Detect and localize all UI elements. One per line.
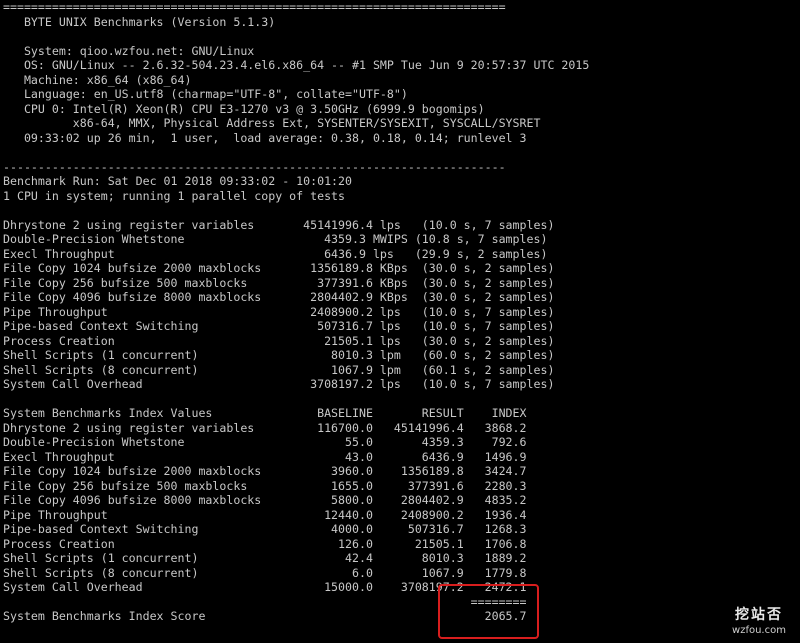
terminal-line: Dhrystone 2 using register variables 116… [3, 420, 527, 435]
terminal-window[interactable]: ========================================… [3, 0, 800, 643]
terminal-line: Pipe Throughput 2408900.2 lps (10.0 s, 7… [3, 304, 555, 319]
terminal-line: File Copy 4096 bufsize 8000 maxblocks 58… [3, 493, 527, 507]
terminal-line: BYTE UNIX Benchmarks (Version 5.1.3) [3, 14, 276, 29]
terminal-line: File Copy 1024 bufsize 2000 maxblocks 39… [3, 464, 527, 478]
terminal-line: System Benchmarks Index Values BASELINE … [3, 406, 527, 420]
terminal-line: Double-Precision Whetstone 4359.3 MWIPS … [3, 232, 548, 246]
terminal-line: Benchmark Run: Sat Dec 01 2018 09:33:02 … [3, 174, 353, 188]
terminal-line: Execl Throughput 43.0 6436.9 1496.9 [3, 449, 527, 464]
terminal-line: Dhrystone 2 using register variables 451… [3, 217, 555, 232]
terminal-line: System Call Overhead 3708197.2 lps (10.0… [3, 377, 555, 391]
terminal-line: Process Creation 126.0 21505.1 1706.8 [3, 536, 527, 551]
terminal-line: Language: en_US.utf8 (charmap="UTF-8", c… [3, 87, 408, 101]
terminal-line: Shell Scripts (8 concurrent) 6.0 1067.9 … [3, 565, 527, 580]
watermark-domain: wzfou.com [732, 625, 786, 636]
terminal-line: CPU 0: Intel(R) Xeon(R) CPU E3-1270 v3 @… [3, 101, 485, 116]
terminal-line: Execl Throughput 6436.9 lps (29.9 s, 2 s… [3, 246, 548, 261]
terminal-line: Pipe Throughput 12440.0 2408900.2 1936.4 [3, 507, 527, 522]
terminal-line: OS: GNU/Linux -- 2.6.32-504.23.4.el6.x86… [3, 58, 590, 72]
terminal-line: Shell Scripts (1 concurrent) 8010.3 lpm … [3, 348, 555, 362]
watermark: 挖站否 wzfou.com [728, 606, 790, 637]
terminal-line: 09:33:02 up 26 min, 1 user, load average… [3, 130, 527, 145]
terminal-line: ----------------------------------------… [3, 159, 506, 174]
terminal-line: Shell Scripts (8 concurrent) 1067.9 lpm … [3, 362, 555, 377]
terminal-line: ========================================… [3, 0, 506, 14]
terminal-line: System: qioo.wzfou.net: GNU/Linux [3, 43, 255, 58]
terminal-line: Pipe-based Context Switching 507316.7 lp… [3, 319, 555, 333]
terminal-line: File Copy 256 bufsize 500 maxblocks 1655… [3, 478, 527, 493]
terminal-line: Pipe-based Context Switching 4000.0 5073… [3, 522, 527, 536]
terminal-line: File Copy 1024 bufsize 2000 maxblocks 13… [3, 261, 555, 275]
terminal-line: x86-64, MMX, Physical Address Ext, SYSEN… [3, 116, 541, 130]
terminal-line: Process Creation 21505.1 lps (30.0 s, 2 … [3, 333, 555, 348]
terminal-line: 1 CPU in system; running 1 parallel copy… [3, 188, 346, 203]
watermark-logo: 挖站否 [735, 607, 783, 623]
terminal-line: File Copy 256 bufsize 500 maxblocks 3773… [3, 275, 555, 290]
index-score-highlight [438, 584, 539, 639]
terminal-line: Double-Precision Whetstone 55.0 4359.3 7… [3, 435, 527, 449]
terminal-line: Shell Scripts (1 concurrent) 42.4 8010.3… [3, 551, 527, 565]
terminal-line: File Copy 4096 bufsize 8000 maxblocks 28… [3, 290, 555, 304]
terminal-line: Machine: x86_64 (x86_64) [3, 72, 192, 87]
